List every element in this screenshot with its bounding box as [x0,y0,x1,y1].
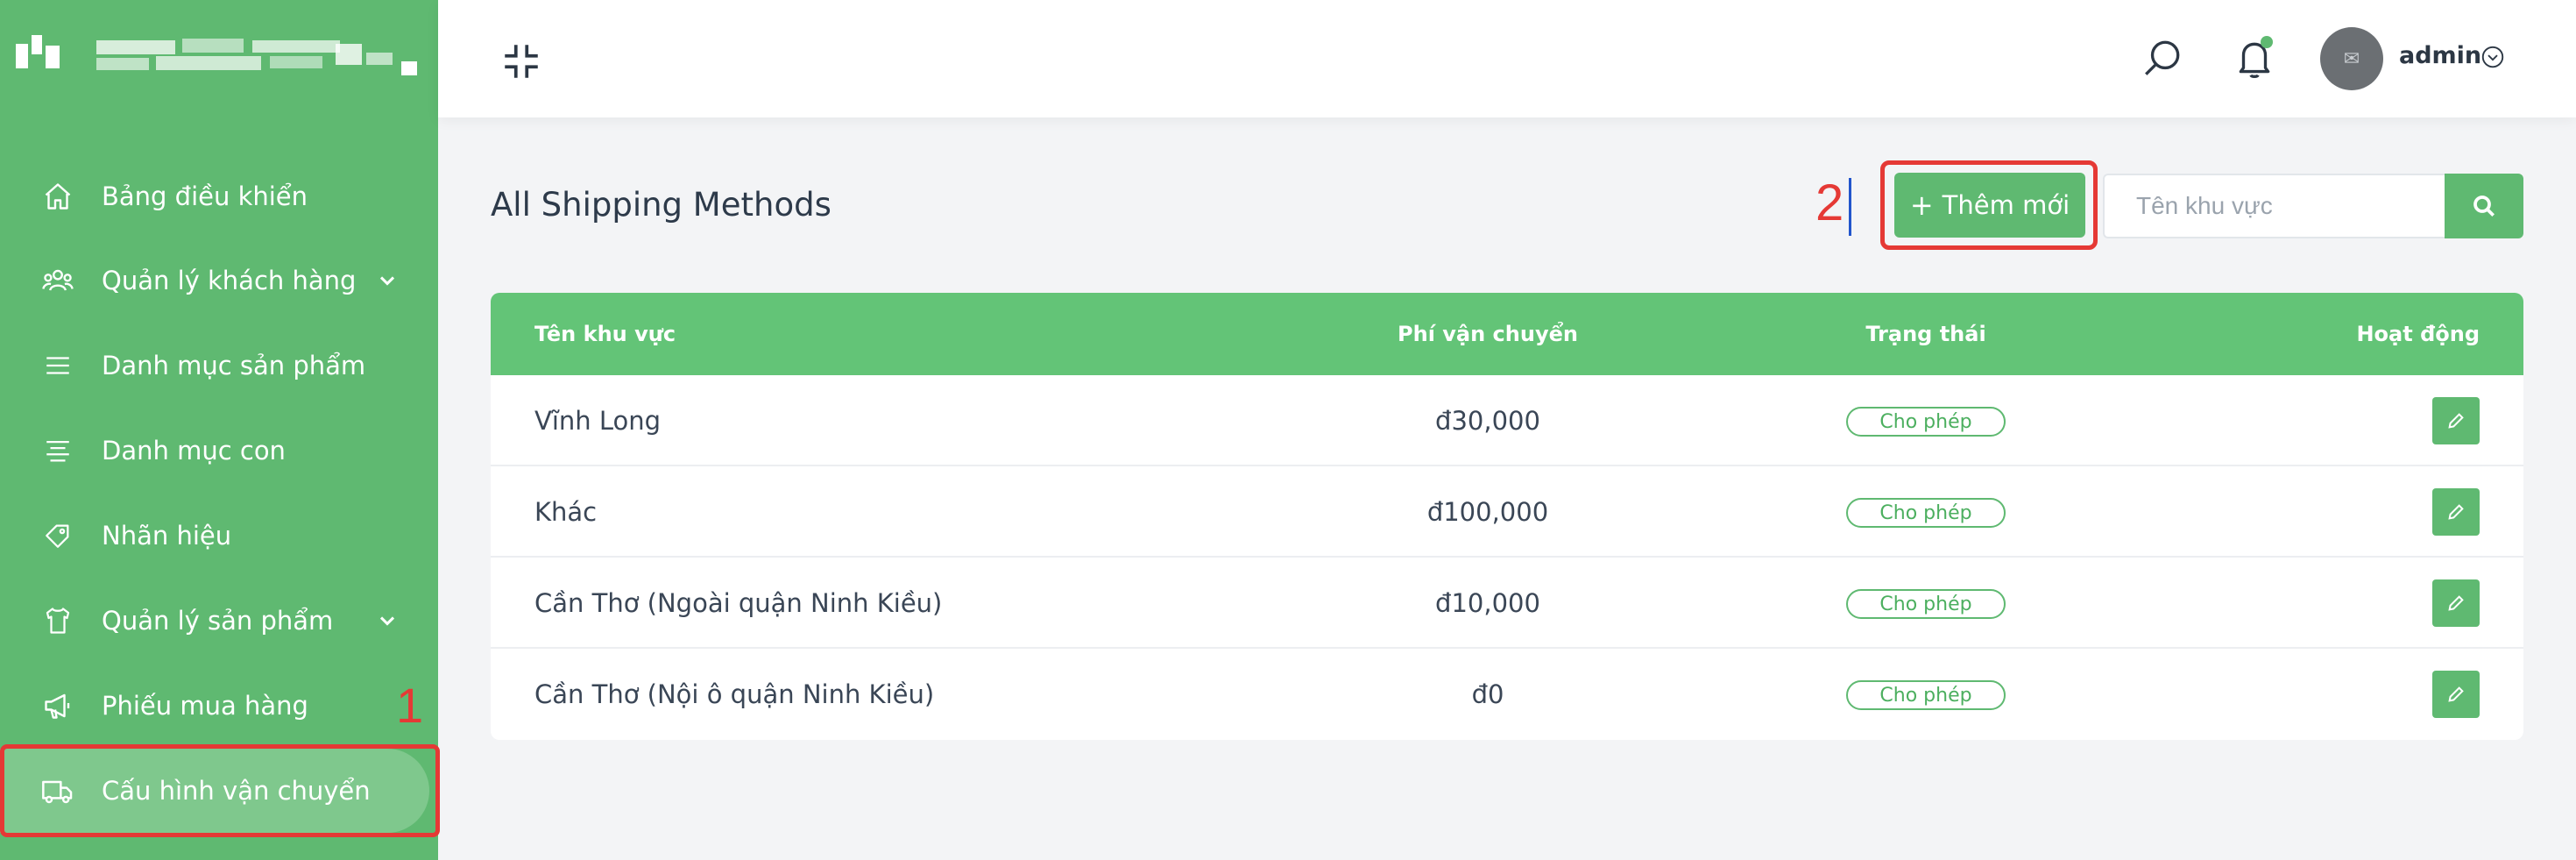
status-badge: Cho phép [1846,680,2006,710]
table-row: Cần Thơ (Nội ô quận Ninh Kiều) đ0 Cho ph… [491,649,2523,740]
sidebar-item-label: Nhãn hiệu [102,521,232,551]
edit-button[interactable] [2432,397,2480,444]
username[interactable]: admin [2399,42,2481,69]
annotation-step-number: 2 [1815,174,1844,231]
fee-cell: đ10,000 [1435,588,1540,618]
sidebar-item-dashboard[interactable]: Bảng điều khiển [0,154,438,238]
shipping-methods-table: Tên khu vực Phí vận chuyển Trạng thái Ho… [491,293,2523,740]
status-badge: Cho phép [1846,498,2006,528]
pencil-icon [2448,413,2464,429]
edit-button[interactable] [2432,671,2480,718]
table-row: Cần Thơ (Ngoài quận Ninh Kiều) đ10,000 C… [491,558,2523,649]
megaphone-icon [40,688,75,723]
avatar-mail-icon: ✉ [2343,47,2360,70]
table-row: Khác đ100,000 Cho phép [491,466,2523,558]
fee-cell: đ100,000 [1426,497,1549,527]
plus-icon: + [1909,188,1934,222]
edit-button[interactable] [2432,488,2480,536]
pencil-icon [2448,686,2464,702]
sidebar-item-label: Quản lý sản phẩm [102,606,334,636]
align-center-icon [40,433,75,468]
notification-dot [2261,36,2273,48]
sidebar: Bảng điều khiển Quản lý khách hàng Danh … [0,0,438,860]
area-name-cell: Vĩnh Long [534,406,662,436]
sidebar-item-categories[interactable]: Danh mục sản phẩm [0,323,438,408]
area-name-cell: Cần Thơ (Ngoài quận Ninh Kiều) [534,588,943,618]
status-badge: Cho phép [1846,407,2006,437]
page-title: All Shipping Methods [491,186,832,224]
column-header-actions: Hoạt động [2356,322,2480,346]
search-input[interactable] [2103,174,2446,238]
table-row: Vĩnh Long đ30,000 Cho phép [491,375,2523,466]
sidebar-item-label: Quản lý khách hàng [102,266,357,295]
sidebar-item-label: Phiếu mua hàng [102,691,308,721]
sidebar-item-customers[interactable]: Quản lý khách hàng [0,238,438,323]
sidebar-item-subcategories[interactable]: Danh mục con [0,409,438,493]
area-name-cell: Khác [534,497,598,527]
column-header-status: Trạng thái [1865,322,1986,346]
chevron-down-icon [379,616,395,626]
area-name-cell: Cần Thơ (Nội ô quận Ninh Kiều) [534,679,935,709]
search-icon[interactable] [2141,37,2184,81]
chevron-down-circle-icon[interactable] [2480,44,2506,70]
sidebar-item-label: Danh mục sản phẩm [102,351,366,380]
list-icon [40,348,75,383]
add-new-label: Thêm mới [1942,190,2070,220]
search-submit-button[interactable] [2445,174,2523,238]
avatar[interactable]: ✉ [2320,27,2383,90]
sidebar-item-products[interactable]: Quản lý sản phẩm [0,579,438,663]
fee-cell: đ0 [1471,679,1504,709]
column-header-fee: Phí vận chuyển [1398,322,1578,346]
pencil-icon [2448,595,2464,611]
status-badge: Cho phép [1846,589,2006,619]
sidebar-item-brands[interactable]: Nhãn hiệu [0,494,438,578]
collapse-icon[interactable] [499,39,543,83]
annotation-step-number: 1 [396,678,424,733]
pencil-icon [2448,504,2464,520]
users-icon [40,263,75,298]
tag-icon [40,518,75,553]
chevron-down-icon [379,276,395,286]
add-new-button[interactable]: + Thêm mới [1894,173,2085,238]
brand-logo[interactable] [16,35,428,88]
text-cursor [1849,178,1851,236]
column-header-area-name: Tên khu vực [534,322,676,346]
fee-cell: đ30,000 [1435,406,1540,436]
annotation-highlight-box [0,744,440,837]
table-header: Tên khu vực Phí vận chuyển Trạng thái Ho… [491,293,2523,375]
sidebar-item-label: Bảng điều khiển [102,181,308,211]
search-icon [2473,195,2495,217]
edit-button[interactable] [2432,579,2480,627]
home-icon [40,179,75,214]
shirt-icon [40,603,75,638]
sidebar-item-coupons[interactable]: Phiếu mua hàng [0,664,438,748]
sidebar-item-label: Danh mục con [102,436,286,466]
